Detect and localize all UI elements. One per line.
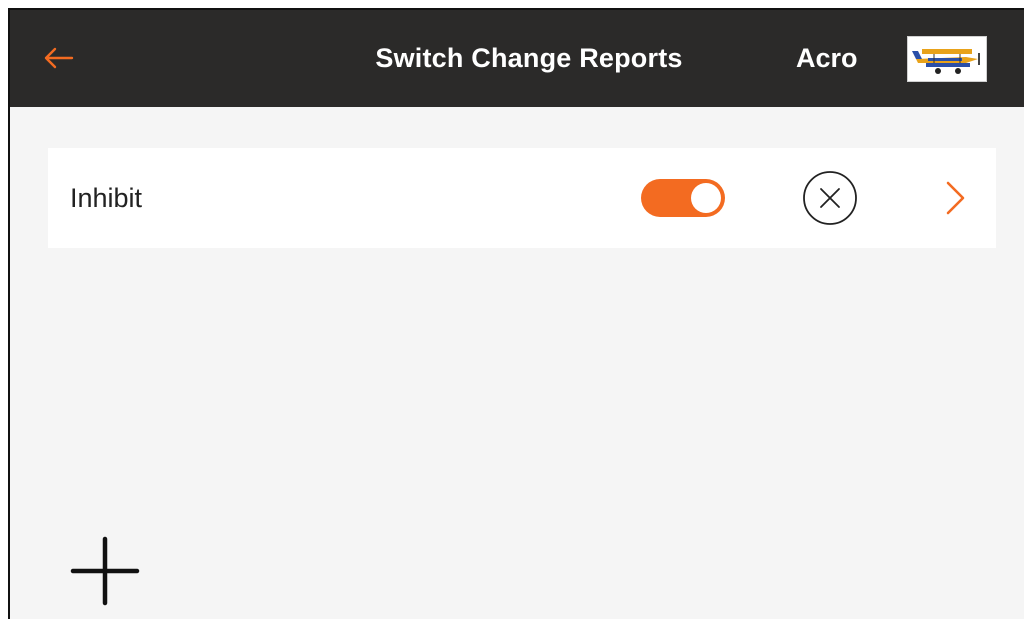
model-name[interactable]: Acro	[796, 10, 858, 107]
airplane-thumbnail-icon	[908, 37, 986, 81]
circle-x-icon	[803, 171, 857, 225]
chevron-right-icon	[946, 181, 965, 215]
page-title: Switch Change Reports	[375, 43, 683, 73]
add-button[interactable]	[70, 536, 140, 606]
clear-button[interactable]	[802, 170, 858, 226]
row-label: Inhibit	[70, 183, 143, 213]
model-thumbnail[interactable]	[907, 36, 987, 82]
switch-report-row[interactable]: Inhibit	[48, 148, 996, 248]
open-details-button[interactable]	[936, 178, 976, 218]
toggle-knob	[691, 183, 721, 213]
screen: Switch Change Reports Acro Inhibit	[8, 8, 1024, 619]
header-bar: Switch Change Reports Acro	[10, 10, 1024, 107]
plus-icon	[70, 536, 140, 606]
enable-toggle[interactable]	[641, 179, 725, 217]
